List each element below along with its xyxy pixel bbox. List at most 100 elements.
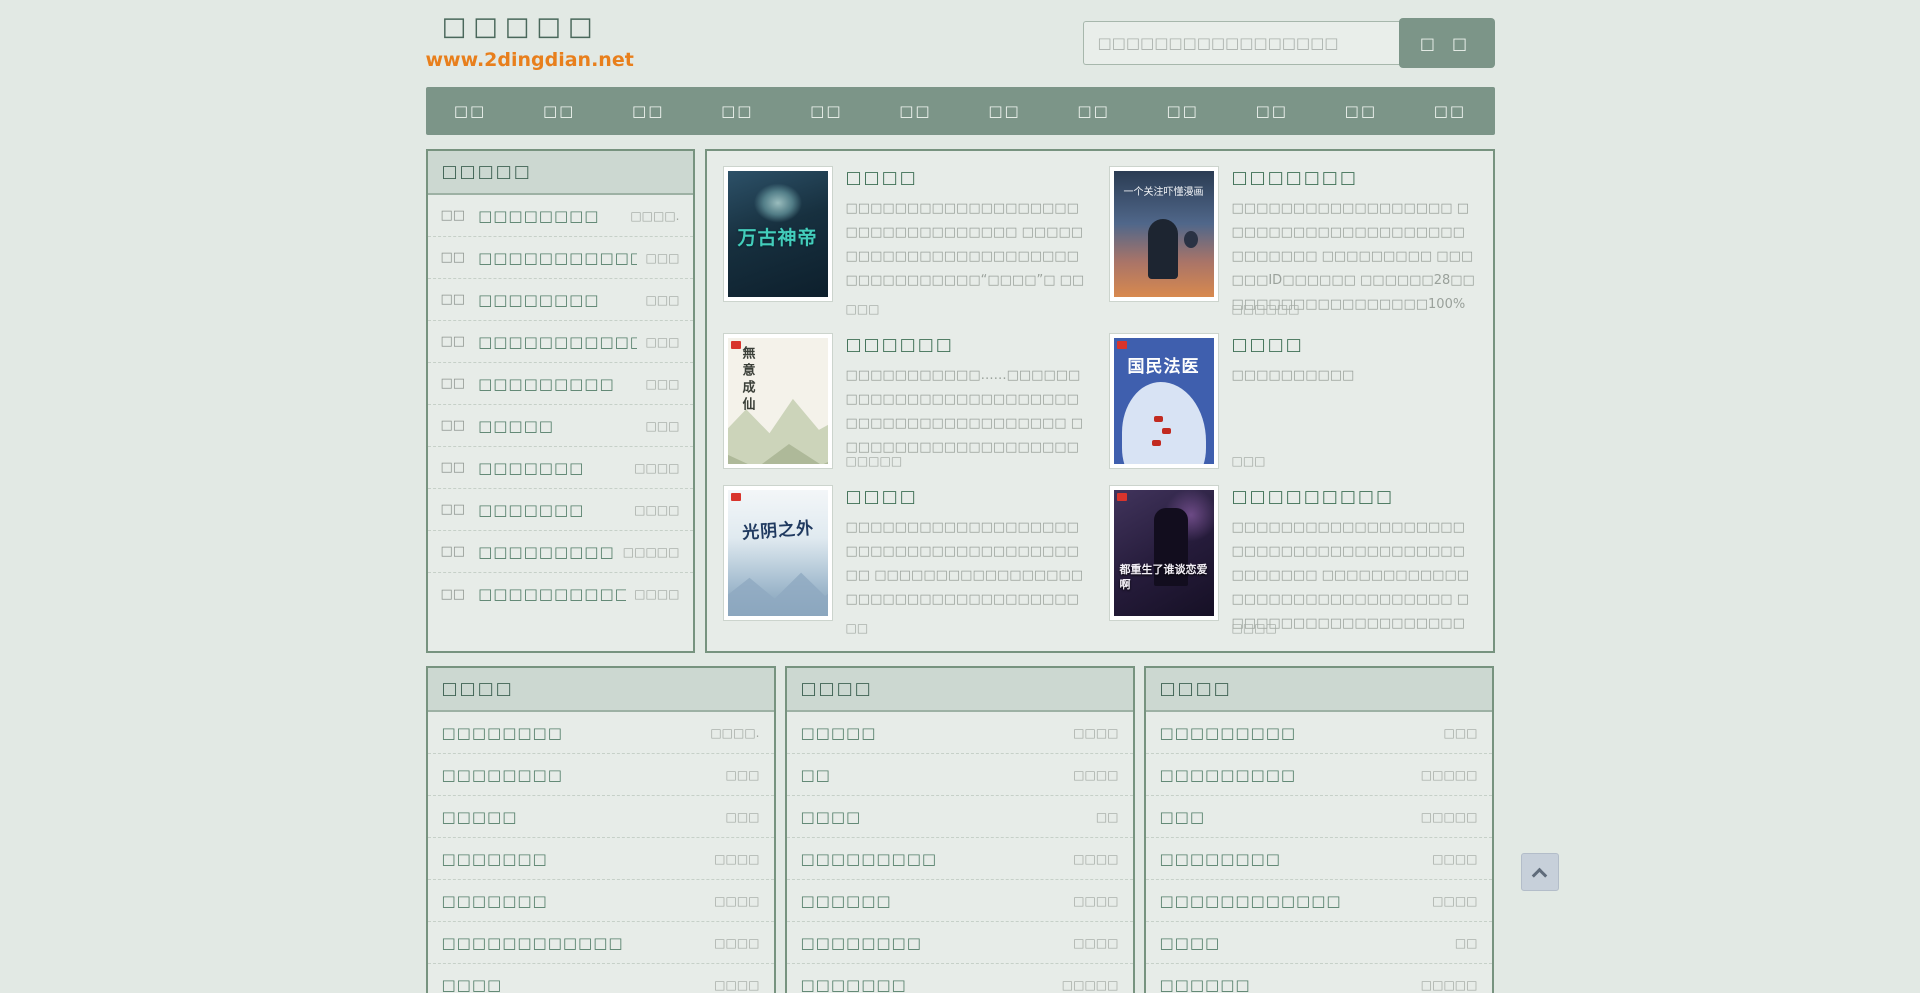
- book-cover[interactable]: 都重生了谁谈恋爱啊: [1109, 485, 1219, 621]
- cover-art: 光阴之外: [728, 490, 828, 616]
- book-title-link[interactable]: □□□□□□□□□: [1232, 487, 1395, 507]
- book-author: □□□: [645, 419, 679, 433]
- book-link[interactable]: □□□□□□□□□□□: [478, 333, 637, 351]
- list-item: □□□□□□□□□□□□: [787, 964, 1133, 993]
- book-description: □□□□□□□□□□□□□□□□□□□□□□□□□□□□□□□□□□□□□□□□…: [1232, 516, 1477, 636]
- search-button[interactable]: □ □: [1399, 18, 1495, 68]
- list-item: □□□□□□□□□□□□□: [787, 838, 1133, 880]
- book-author: □□□□: [714, 852, 759, 866]
- book-link[interactable]: □□□□□□□□□: [478, 543, 615, 561]
- book-link[interactable]: □□□□□□□: [801, 976, 1052, 993]
- book-link[interactable]: □□□□□□□□: [478, 207, 622, 225]
- book-link[interactable]: □□□□□: [442, 808, 716, 826]
- nav-item-10[interactable]: □□: [1256, 102, 1288, 120]
- ranking-heading: □□□□: [1146, 668, 1492, 712]
- book-author: □□□: [725, 810, 759, 824]
- book-cover[interactable]: 一个关注吓懂漫画: [1109, 166, 1219, 302]
- book-cover[interactable]: 光阴之外: [723, 485, 833, 621]
- search-input[interactable]: [1083, 21, 1401, 65]
- book-link[interactable]: □□□□: [801, 808, 1086, 826]
- book-title-link[interactable]: □□□□□□: [846, 335, 954, 355]
- book-link[interactable]: □□□□□□□□□: [801, 850, 1064, 868]
- book-description: □□□□□□□□□□□□□□□□□□□□□□□□□□□□□□□□□□□□□□□□…: [846, 516, 1091, 612]
- book-link[interactable]: □□□□□□□□□□□□: [478, 585, 626, 603]
- cover-art: 都重生了谁谈恋爱啊: [1114, 490, 1214, 616]
- book-link[interactable]: □□□□□□□□: [801, 934, 1064, 952]
- publisher-badge-icon: [731, 341, 741, 349]
- book-link[interactable]: □□□□: [1160, 934, 1445, 952]
- book-link[interactable]: □□□□□□□□□: [1160, 724, 1434, 742]
- book-title-link[interactable]: □□□□: [846, 487, 918, 507]
- book-description: □□□□□□□□□□: [1232, 364, 1477, 388]
- cover-title-text: 光阴之外: [728, 513, 828, 545]
- nav-item-1[interactable]: □□: [454, 102, 486, 120]
- book-author: □□□□: [634, 587, 679, 601]
- book-author: □□□: [1443, 726, 1477, 740]
- book-link[interactable]: □□□□□□□□: [1160, 850, 1423, 868]
- book-link[interactable]: □□□□□□□□□□□□: [442, 934, 705, 952]
- book-author: □□□□□□: [1232, 302, 1300, 316]
- book-link[interactable]: □□□□□□□□□: [478, 375, 637, 393]
- book-card-body: □□□□□□ □□□□□□□□□□□……□□□□□□□□□□□□□□□□□□□□…: [846, 333, 1091, 469]
- nav-item-5[interactable]: □□: [810, 102, 842, 120]
- ranking-heading: □□□□: [787, 668, 1133, 712]
- nav-item-11[interactable]: □□: [1345, 102, 1377, 120]
- book-link[interactable]: □□□□□□□□: [442, 724, 701, 742]
- book-link[interactable]: □□□□□□□□□□□□: [1160, 892, 1423, 910]
- category-tag: □□: [441, 208, 466, 223]
- book-link[interactable]: □□□□□: [801, 724, 1064, 742]
- book-link[interactable]: □□□: [1160, 808, 1411, 826]
- ranking-panel-2: □□□□ □□□□□□□□□ □□□□□□ □□□□□□ □□□□□□□□□□□…: [785, 666, 1135, 993]
- list-item: □□□□□□: [787, 796, 1133, 838]
- list-item: □□□□□□□□□□□□□□: [1146, 754, 1492, 796]
- book-link[interactable]: □□□□□□□: [442, 892, 705, 910]
- book-author: □□□□□: [1421, 768, 1478, 782]
- list-item: □□□□□□□□□□□□□□: [428, 363, 693, 405]
- book-author: □□□: [645, 251, 679, 265]
- list-item: □□□□□□□□□□: [787, 880, 1133, 922]
- nav-item-7[interactable]: □□: [988, 102, 1020, 120]
- book-author: □□□□.: [710, 726, 759, 740]
- list-item: □□□□□□□□□□□□□: [428, 447, 693, 489]
- page-wrapper: □□□□□ www.2dingdian.net □ □ □□ □□ □□ □□ …: [426, 0, 1495, 993]
- book-link[interactable]: □□□□□□□: [478, 501, 626, 519]
- list-item: □□□□□□□□□□□□□□□□: [428, 321, 693, 363]
- book-link[interactable]: □□□□□□□: [442, 850, 705, 868]
- book-cover[interactable]: 無意成仙: [723, 333, 833, 469]
- book-link[interactable]: □□□□□□: [801, 892, 1064, 910]
- book-author: □□□□: [714, 978, 759, 992]
- nav-item-6[interactable]: □□: [899, 102, 931, 120]
- book-link[interactable]: □□□□□□□□: [442, 766, 716, 784]
- book-link[interactable]: □□□□□□: [1160, 976, 1411, 993]
- book-title-link[interactable]: □□□□: [1232, 335, 1304, 355]
- book-link[interactable]: □□□□□□□□□: [1160, 766, 1411, 784]
- book-link[interactable]: □□: [801, 766, 1064, 784]
- book-author: □□□: [645, 293, 679, 307]
- book-link[interactable]: □□□□□□□□□□□: [478, 249, 637, 267]
- site-url-link[interactable]: www.2dingdian.net: [426, 49, 616, 71]
- book-author: □□□□: [1232, 621, 1277, 635]
- list-item: □□□□□□□□□□□□: [787, 922, 1133, 964]
- list-item: □□□□□□□□□□□: [428, 754, 774, 796]
- nav-item-9[interactable]: □□: [1166, 102, 1198, 120]
- nav-item-3[interactable]: □□: [632, 102, 664, 120]
- nav-item-8[interactable]: □□: [1077, 102, 1109, 120]
- publisher-badge-icon: [731, 493, 741, 501]
- book-cover[interactable]: 万古神帝: [723, 166, 833, 302]
- book-link[interactable]: □□□□: [442, 976, 705, 993]
- book-title-link[interactable]: □□□□□□□: [1232, 168, 1358, 188]
- list-item: □□□□□□: [1146, 922, 1492, 964]
- nav-item-12[interactable]: □□: [1434, 102, 1466, 120]
- book-author: □□□: [645, 335, 679, 349]
- book-link[interactable]: □□□□□: [478, 417, 637, 435]
- book-author: □□□: [1232, 454, 1266, 468]
- nav-item-2[interactable]: □□: [543, 102, 575, 120]
- ranking-heading: □□□□: [428, 668, 774, 712]
- back-to-top-button[interactable]: [1521, 853, 1559, 891]
- book-cover[interactable]: 国民法医: [1109, 333, 1219, 469]
- book-link[interactable]: □□□□□□□□: [478, 291, 637, 309]
- category-tag: □□: [441, 376, 466, 391]
- book-link[interactable]: □□□□□□□: [478, 459, 626, 477]
- nav-item-4[interactable]: □□: [721, 102, 753, 120]
- book-title-link[interactable]: □□□□: [846, 168, 918, 188]
